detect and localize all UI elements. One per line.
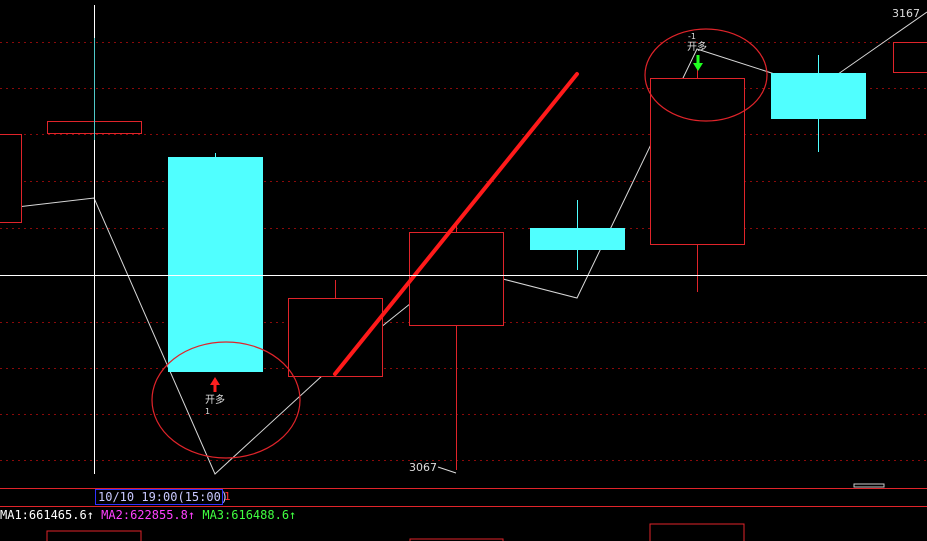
candle-body-bull: [893, 42, 927, 73]
candle-body-bull: [0, 134, 22, 223]
candle-body-bull: [288, 298, 383, 377]
cursor-time-box: 10/10 19:00(15:00): [95, 489, 228, 505]
buy-signal: 开多 1: [205, 377, 225, 416]
scroll-thumb[interactable]: [853, 483, 885, 488]
arrow-up-icon: [210, 377, 220, 392]
ma3-value: MA3:616488.6: [202, 508, 290, 522]
candle-2: [168, 153, 263, 372]
ma3-arrow-icon: ↑: [289, 508, 297, 522]
candle-6: [650, 65, 745, 292]
low-price-label: 3067: [409, 461, 437, 474]
low-price-leader: [437, 466, 457, 474]
candle-7: [771, 55, 866, 152]
sell-signal-label: 开多: [687, 40, 707, 53]
buy-signal-sub: 1: [205, 407, 210, 416]
ma2-arrow-icon: ↑: [187, 508, 196, 522]
candle-0: [0, 134, 22, 223]
ma2-value: MA2:622855.8: [101, 508, 188, 522]
candle-3: [288, 280, 383, 377]
ma-indicator-bar: MA1:661465.6↑ MA2:622855.8↑ MA3:616488.6…: [0, 507, 927, 524]
buy-signal-label: 开多: [205, 393, 225, 406]
sell-signal: -1 开多: [687, 32, 707, 71]
ma1-value: MA1:661465.6: [0, 508, 87, 522]
candle-body-bear: [168, 157, 263, 372]
ma1-arrow-icon: ↑: [86, 508, 94, 522]
candle-body-bear: [771, 73, 866, 119]
candles: [0, 42, 927, 470]
candle-body-bull: [409, 232, 504, 326]
arrow-down-icon: [693, 55, 703, 71]
candle-body-bear: [530, 228, 625, 250]
candle-body-bull: [650, 78, 745, 245]
candle-5: [530, 200, 625, 270]
high-price-label: 3167: [892, 7, 920, 20]
sell-signal-sub: -1: [688, 32, 696, 41]
candlestick-chart[interactable]: 开多 1 -1 开多 3067 3167: [0, 0, 927, 541]
cursor-index: 1: [224, 490, 231, 503]
candle-8: [893, 42, 927, 73]
volume-bars: [46, 523, 745, 541]
